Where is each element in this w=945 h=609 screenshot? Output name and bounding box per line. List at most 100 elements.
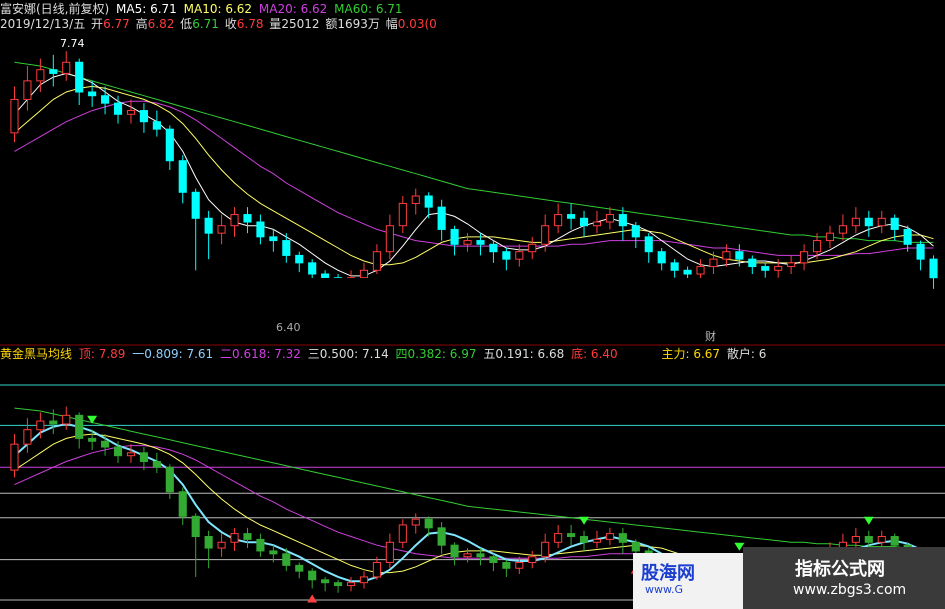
price-candle — [618, 214, 627, 227]
price-candle — [644, 236, 653, 253]
indicator-candle — [230, 533, 239, 543]
watermark-zbgs3: 指标公式网 www.zbgs3.com — [743, 547, 945, 609]
indicator-candle — [217, 541, 226, 549]
price-candle — [696, 266, 705, 275]
price-candle — [36, 69, 45, 82]
indicator-candle — [605, 533, 614, 540]
indicator-candle — [890, 536, 899, 546]
indicator-level-2: 二0.618: 7.32 — [220, 347, 301, 361]
indicator-candle — [463, 553, 472, 558]
high-label: 高 — [135, 17, 148, 31]
indicator-candle — [165, 466, 174, 493]
stock-title: 富安娜(日线,前复权) — [0, 2, 110, 16]
price-candle — [308, 262, 317, 275]
indicator-candle — [554, 533, 563, 543]
price-candle — [101, 95, 110, 104]
ma5-value: MA5: 6.71 — [116, 2, 177, 16]
price-candle — [554, 214, 563, 227]
price-candle — [139, 110, 148, 123]
price-candle — [877, 217, 886, 227]
indicator-candle — [204, 536, 213, 549]
price-candle — [851, 217, 860, 227]
price-candle — [800, 251, 809, 264]
kline-chart[interactable]: 7.74 6.40 财 — [0, 0, 945, 609]
high-value: 6.82 — [147, 17, 175, 31]
low-price-annotation: 6.40 — [276, 321, 301, 334]
indicator-candle — [398, 524, 407, 543]
price-candle — [670, 262, 679, 271]
amount-value: 1693万 — [337, 17, 380, 31]
indicator-candle — [567, 533, 576, 538]
price-candle — [709, 258, 718, 268]
price-candle — [838, 225, 847, 234]
price-candle — [929, 258, 938, 279]
indicator-candle — [334, 582, 343, 587]
low-value: 6.71 — [192, 17, 219, 31]
price-candle — [825, 232, 835, 242]
indicator-candle — [489, 556, 498, 563]
finance-marker[interactable]: 财 — [705, 329, 716, 343]
sell-arrow-icon — [579, 516, 590, 525]
price-candle — [62, 61, 71, 74]
price-candle — [502, 251, 511, 260]
header-row-2: 2019/12/13/五 开6.77 高6.82 低6.71 收6.78 量25… — [0, 17, 437, 31]
price-candle — [282, 240, 291, 256]
indicator-header: 黄金黑马均线 顶: 7.89 一0.809: 7.61 二0.618: 7.32… — [0, 347, 769, 361]
ma20-value: MA20: 6.62 — [258, 2, 328, 16]
price-candle — [735, 251, 744, 260]
watermark-zbgs3-url: www.zbgs3.com — [793, 582, 907, 598]
indicator-candle — [308, 570, 317, 581]
indicator-candle — [321, 579, 330, 584]
indicator-candle — [618, 533, 627, 543]
indicator-candle — [592, 538, 602, 543]
sell-arrow-icon — [87, 415, 98, 424]
price-candle — [579, 217, 589, 227]
price-candle — [748, 258, 757, 268]
price-candle — [424, 195, 433, 208]
price-candle — [463, 240, 472, 245]
indicator-candle — [256, 538, 265, 552]
price-candle — [398, 202, 407, 227]
buy-arrow-icon — [307, 594, 318, 603]
price-candle — [411, 195, 420, 204]
indicator-ma60-line — [14, 407, 934, 549]
indicator-candle — [877, 536, 886, 543]
price-candle — [567, 214, 576, 219]
price-candle — [476, 240, 485, 245]
tooltip-overlay — [180, 278, 765, 330]
indicator-level-3: 三0.500: 7.14 — [307, 347, 389, 361]
indicator-candle — [372, 561, 381, 578]
price-candle — [269, 236, 278, 242]
price-candle — [204, 217, 213, 234]
price-candle — [722, 251, 731, 260]
indicator-candle — [62, 414, 71, 425]
indicator-level-4: 四0.382: 6.97 — [395, 347, 477, 361]
ma10-value: MA10: 6.62 — [183, 2, 253, 16]
price-candle — [631, 225, 640, 238]
price-info-overlay — [533, 30, 945, 140]
price-candle — [528, 243, 537, 253]
low-label: 低 — [180, 17, 193, 31]
indicator-bottom: 底: 6.40 — [571, 347, 618, 361]
price-candle — [191, 191, 200, 219]
indicator-candle — [528, 556, 537, 563]
price-candle — [75, 61, 84, 93]
watermark-guhai-title: 股海网 — [641, 563, 695, 584]
indicator-candle — [88, 437, 97, 442]
price-candle — [437, 206, 446, 230]
indicator-candle — [178, 491, 187, 517]
price-candle — [152, 121, 161, 130]
price-candle — [256, 221, 265, 238]
watermark-zbgs3-title: 指标公式网 — [795, 559, 885, 580]
price-candle — [864, 217, 873, 227]
price-candle — [321, 273, 330, 279]
price-candle — [295, 254, 304, 264]
indicator-candle — [631, 541, 640, 552]
indicator-candle — [139, 452, 148, 462]
indicator-candle — [359, 576, 369, 584]
indicator-candle — [515, 561, 524, 569]
price-candle — [592, 221, 602, 227]
price-candle — [787, 262, 796, 268]
indicator-candle — [49, 420, 58, 425]
indicator-name[interactable]: 黄金黑马均线 — [0, 347, 72, 361]
